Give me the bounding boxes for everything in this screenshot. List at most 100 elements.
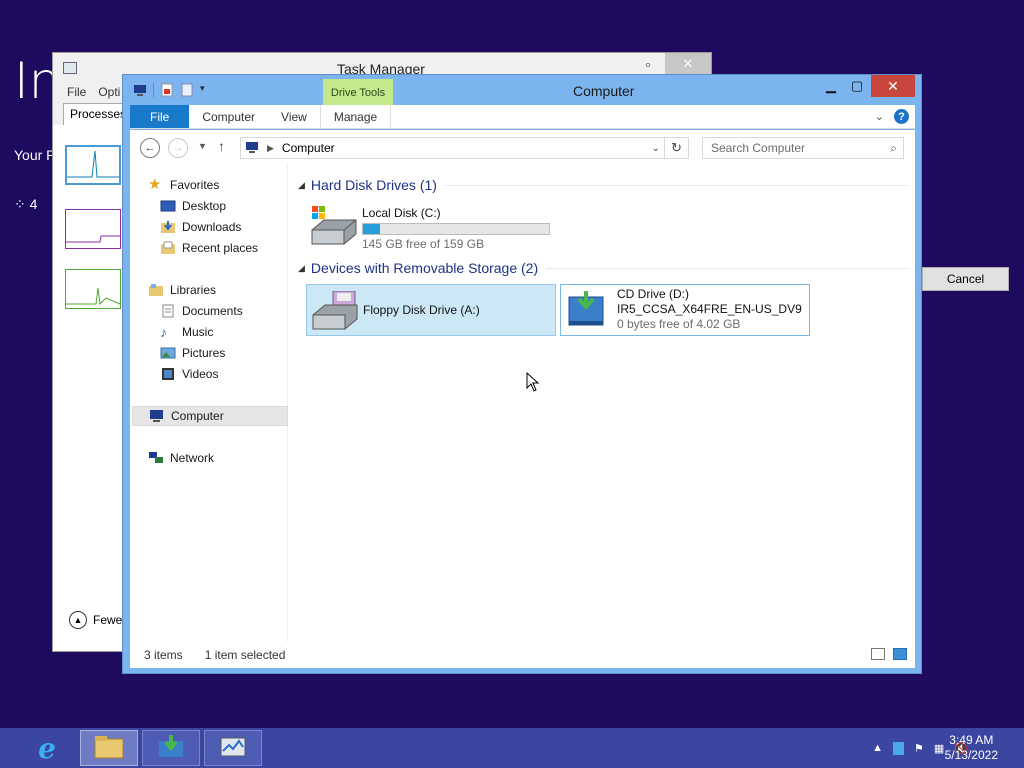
internet-explorer-taskbar-button[interactable]: e: [18, 730, 76, 766]
search-input[interactable]: Search Computer ⌕: [702, 137, 904, 159]
address-bar[interactable]: ▶ Computer ⌄: [240, 137, 665, 159]
memory-graph[interactable]: [65, 209, 121, 249]
properties-icon[interactable]: [160, 83, 174, 97]
nav-computer[interactable]: Computer: [132, 406, 288, 426]
collapse-triangle-icon[interactable]: ◢: [298, 180, 305, 191]
fewer-details-toggle[interactable]: ▲ Fewe: [69, 611, 122, 629]
task-manager-close-button[interactable]: ✕: [665, 53, 711, 75]
chevron-up-icon: ▲: [69, 611, 87, 629]
task-manager-taskbar-button[interactable]: [204, 730, 262, 766]
setup-progress-text: 4: [29, 196, 38, 212]
nav-network[interactable]: Network: [148, 448, 214, 468]
tab-view[interactable]: View: [268, 105, 320, 128]
folder-icon: [94, 735, 124, 762]
setup-taskbar-button[interactable]: [142, 730, 200, 766]
maximize-button[interactable]: ▢: [843, 75, 871, 97]
up-arrow-icon[interactable]: ↑: [218, 138, 225, 154]
nav-downloads[interactable]: Downloads: [160, 217, 241, 237]
nav-favorites[interactable]: ★ Favorites: [148, 175, 219, 195]
explorer-titlebar[interactable]: ▾ Drive Tools Computer ▁ ▢ ✕: [123, 75, 921, 106]
nav-music-label: Music: [182, 325, 214, 339]
tab-manage[interactable]: Manage: [319, 105, 392, 128]
minimize-button[interactable]: ▁: [817, 75, 845, 97]
refresh-button[interactable]: ↻: [665, 137, 689, 159]
drive-cd-d[interactable]: CD Drive (D:) IR5_CCSA_X64FRE_EN-US_DV9 …: [560, 284, 810, 336]
fewer-details-label: Fewe: [93, 613, 123, 627]
close-button[interactable]: ✕: [871, 75, 915, 97]
new-folder-icon[interactable]: [180, 83, 194, 97]
ribbon-right-controls: ⌄ ?: [875, 105, 915, 128]
ribbon-tabs: File Computer View Manage ⌄ ?: [130, 105, 915, 129]
pictures-icon: [160, 346, 176, 360]
cd-drive-icon: [565, 291, 613, 331]
drive-d-label: IR5_CCSA_X64FRE_EN-US_DV9: [617, 302, 802, 316]
quick-access-toolbar: ▾: [133, 83, 214, 97]
task-manager-icon: [218, 735, 248, 762]
address-dropdown-icon[interactable]: ⌄: [652, 143, 660, 154]
drive-c-usage-bar: [362, 223, 550, 235]
tab-computer[interactable]: Computer: [189, 105, 268, 128]
file-explorer-taskbar-button[interactable]: [80, 730, 138, 766]
nav-videos[interactable]: Videos: [160, 364, 218, 384]
breadcrumb-chevron-icon[interactable]: ▶: [267, 143, 274, 154]
drive-d-free-space: 0 bytes free of 4.02 GB: [617, 317, 741, 331]
show-hidden-icons-icon[interactable]: ▲: [872, 742, 883, 754]
nav-desktop[interactable]: Desktop: [160, 196, 226, 216]
drive-local-disk-c[interactable]: Local Disk (C:) 145 GB free of 159 GB: [306, 200, 556, 252]
nav-pictures-label: Pictures: [182, 346, 226, 360]
memory-graph-line-icon: [66, 235, 120, 243]
menu-file[interactable]: File: [67, 85, 86, 99]
disk-graph[interactable]: [65, 269, 121, 309]
drive-floppy-a[interactable]: Floppy Disk Drive (A:): [306, 284, 556, 336]
nav-recent-places[interactable]: Recent places: [160, 238, 258, 258]
cpu-graph[interactable]: [65, 145, 121, 185]
tab-file[interactable]: File: [130, 105, 190, 128]
qat-dropdown-icon[interactable]: ▾: [200, 83, 214, 97]
action-center-flag-icon[interactable]: ⚑: [914, 742, 924, 755]
group-hard-disk-drives[interactable]: ◢ Hard Disk Drives (1): [298, 174, 908, 196]
task-manager-maximize-button[interactable]: ▫: [633, 53, 663, 75]
drive-c-name: Local Disk (C:): [362, 206, 441, 220]
search-placeholder: Search Computer: [711, 141, 806, 155]
forward-button[interactable]: →: [168, 138, 188, 158]
setup-cancel-button[interactable]: Cancel: [922, 267, 1009, 291]
collapse-triangle-icon[interactable]: ◢: [298, 263, 305, 274]
group-removable-storage[interactable]: ◢ Devices with Removable Storage (2): [298, 257, 908, 279]
menu-options[interactable]: Opti: [98, 85, 120, 99]
details-view-icon[interactable]: [871, 648, 885, 660]
cpu-graph-line-icon: [67, 150, 119, 178]
network-status-icon[interactable]: ▦: [934, 742, 944, 755]
nav-libraries[interactable]: Libraries: [148, 280, 216, 300]
back-button[interactable]: ←: [140, 138, 160, 158]
floppy-disk-icon: [311, 290, 359, 331]
recent-locations-chevron-icon[interactable]: ▼: [198, 141, 207, 151]
explorer-window[interactable]: ▾ Drive Tools Computer ▁ ▢ ✕ File Comput…: [122, 74, 922, 674]
nav-videos-label: Videos: [182, 367, 219, 381]
nav-computer-label: Computer: [171, 409, 224, 423]
nav-documents[interactable]: Documents: [160, 301, 243, 321]
spinner-icon: ⁘: [14, 196, 30, 212]
keyboard-icon[interactable]: [893, 741, 905, 755]
documents-icon: [160, 304, 176, 318]
status-item-count: 3 items: [144, 648, 183, 662]
setup-icon: [156, 734, 186, 762]
drive-a-name: Floppy Disk Drive (A:): [363, 303, 480, 317]
computer-icon: [149, 409, 165, 423]
help-icon[interactable]: ?: [894, 109, 909, 124]
nav-pictures[interactable]: Pictures: [160, 343, 225, 363]
star-icon: ★: [148, 176, 162, 193]
nav-recent-places-label: Recent places: [182, 241, 259, 255]
explorer-title: Computer: [573, 83, 635, 99]
view-switcher: [871, 648, 907, 660]
drive-tools-context-tab[interactable]: Drive Tools: [323, 79, 393, 106]
nav-downloads-label: Downloads: [182, 220, 242, 234]
taskbar-clock[interactable]: 3:49 AM 5/13/2022: [945, 733, 998, 763]
search-icon[interactable]: ⌕: [890, 141, 897, 156]
nav-music[interactable]: ♪ Music: [160, 322, 213, 342]
tiles-view-icon[interactable]: [893, 648, 907, 660]
group-divider: [546, 267, 908, 269]
videos-icon: [160, 367, 176, 381]
expand-ribbon-icon[interactable]: ⌄: [875, 110, 884, 123]
breadcrumb-computer[interactable]: Computer: [282, 141, 335, 155]
group-removable-storage-label: Devices with Removable Storage (2): [310, 260, 539, 276]
